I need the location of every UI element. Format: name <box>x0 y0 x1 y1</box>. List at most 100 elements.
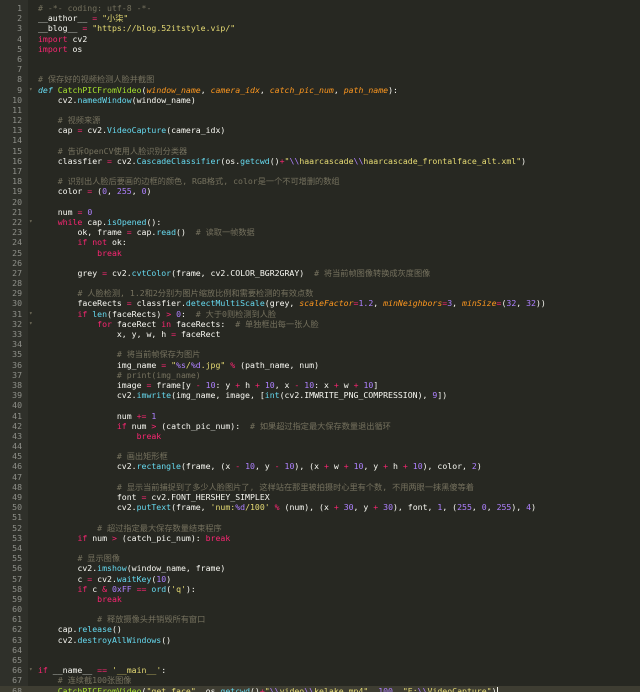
code-line[interactable]: 49 font = cv2.FONT_HERSHEY_SIMPLEX <box>0 492 640 502</box>
code-line[interactable]: 28 <box>0 278 640 288</box>
line-number: 50 <box>12 502 22 513</box>
code-line[interactable]: 39 cv2.imwrite(img_name, image, [int(cv2… <box>0 390 640 400</box>
code-token: faceRects <box>77 298 122 309</box>
code-line[interactable]: 48 # 显示当前捕捉到了多少人脸图片了, 这样站在那里被拍摄时心里有个数, 不… <box>0 482 640 492</box>
code-line[interactable]: 20 <box>0 197 640 207</box>
code-line[interactable]: 66 ▾ if __name__ == '__main__': <box>0 665 640 675</box>
code-line[interactable]: 47 <box>0 472 640 482</box>
code-line[interactable]: 59 break <box>0 594 640 604</box>
code-line[interactable]: 64 <box>0 645 640 655</box>
code-line[interactable]: 14 <box>0 135 640 145</box>
code-line[interactable]: 8 # 保存好的视频检测人脸并截图 <box>0 74 640 84</box>
code-line[interactable]: 68 CatchPICFromVideo("get face", os.getc… <box>0 685 640 692</box>
code-line[interactable]: 9 ▾ def CatchPICFromVideo(window_name, cam… <box>0 85 640 95</box>
code-editor[interactable]: 1 # -*- coding: utf-8 -*- 2 __author__ = "小… <box>0 0 640 692</box>
code-line[interactable]: 32 ▾ for faceRect in faceRects: # 单独框出每一张… <box>0 319 640 329</box>
code-line[interactable]: 38 image = frame[y - 10: y + h + 10, x -… <box>0 380 640 390</box>
code-line[interactable]: 36 img_name = "%s/%d.jpg" % (path_name, … <box>0 360 640 370</box>
code-token: == <box>131 583 152 594</box>
code-line[interactable]: 11 <box>0 105 640 115</box>
fold-arrow-icon[interactable]: ▾ <box>29 665 35 675</box>
code-token: : <box>161 665 167 676</box>
code-line[interactable]: 37 # print(img_name) <box>0 370 640 380</box>
code-line[interactable]: 16 classfier = cv2.CascadeClassifier(os.… <box>0 156 640 166</box>
code-line[interactable]: 56 cv2.imshow(window_name, frame) <box>0 563 640 573</box>
code-token: scaleFactor <box>299 298 354 309</box>
line-number: 58 <box>12 583 22 594</box>
code-line[interactable]: 61 # 释放摄像头并销毁所有窗口 <box>0 614 640 624</box>
code-line[interactable]: 30 faceRects = classfier.detectMultiScal… <box>0 298 640 308</box>
code-line[interactable]: 57 c = cv2.waitKey(10) <box>0 574 640 584</box>
code-line[interactable]: 54 <box>0 543 640 553</box>
code-line[interactable]: 42 if num > (catch_pic_num): # 如果超过指定最大保… <box>0 421 640 431</box>
code-line[interactable]: 40 <box>0 400 640 410</box>
code-line[interactable]: 44 <box>0 441 640 451</box>
code-line[interactable]: 60 <box>0 604 640 614</box>
code-line[interactable]: 33 x, y, w, h = faceRect <box>0 329 640 339</box>
code-token: not <box>92 237 108 248</box>
code-line[interactable]: 3 __blog__ = "https://blog.52itstyle.vip/… <box>0 23 640 33</box>
code-line[interactable]: 25 break <box>0 248 640 258</box>
code-token: () <box>269 155 280 166</box>
code-line[interactable]: 18 # 识别出人脸后要画的边框的颜色, RGB格式, color是一个不可增删… <box>0 176 640 186</box>
code-line[interactable]: 29 # 人脸检测, 1.2和2分别为图片缩放比例和需要检测的有效点数 <box>0 288 640 298</box>
code-line[interactable]: 43 break <box>0 431 640 441</box>
code-line[interactable]: 13 cap = cv2.VideoCapture(camera_idx) <box>0 125 640 135</box>
code-line[interactable]: 34 <box>0 339 640 349</box>
code-line[interactable]: 21 num = 0 <box>0 207 640 217</box>
code-token: (img_name, image, [ <box>171 390 265 401</box>
code-line[interactable]: 27 grey = cv2.cvtColor(frame, cv2.COLOR_… <box>0 268 640 278</box>
code-line[interactable]: 15 # 告诉OpenCV使用人脸识别分类器 <box>0 146 640 156</box>
fold-arrow-icon[interactable]: ▾ <box>29 309 35 319</box>
code-line[interactable]: 22 ▾ while cap.isOpened(): <box>0 217 640 227</box>
code-line[interactable]: 31 ▾ if len(faceRects) > 0: # 大于0则检测到人脸 <box>0 309 640 319</box>
code-line[interactable]: 4 import cv2 <box>0 34 640 44</box>
code-line[interactable]: 62 cap.release() <box>0 624 640 634</box>
line-number: 43 <box>12 430 22 441</box>
code-line[interactable]: 5 import os <box>0 44 640 54</box>
code-line[interactable]: 23 ok, frame = cap.read() # 读取一帧数据 <box>0 227 640 237</box>
code-line[interactable]: 17 <box>0 166 640 176</box>
code-line[interactable]: 58 if c & 0xFF == ord('q'): <box>0 584 640 594</box>
code-token: , y <box>353 502 374 513</box>
code-line[interactable]: 7 <box>0 64 640 74</box>
code-token: (camera_idx) <box>166 125 226 136</box>
code-line[interactable]: 41 num += 1 <box>0 411 640 421</box>
code-line[interactable]: 67 # 连续截100张图像 <box>0 675 640 685</box>
fold-arrow-icon[interactable]: ▾ <box>29 217 35 227</box>
code-line[interactable]: 50 cv2.putText(frame, 'num:%d/100' % (nu… <box>0 502 640 512</box>
code-line[interactable]: 65 <box>0 655 640 665</box>
code-line[interactable]: 55 # 显示图像 <box>0 553 640 563</box>
code-token: = <box>166 329 181 339</box>
code-text: font = cv2.FONT_HERSHEY_SIMPLEX <box>38 492 270 502</box>
code-token: import <box>38 43 68 54</box>
code-line[interactable]: 63 cv2.destroyAllWindows() <box>0 635 640 645</box>
code-line[interactable]: 2 __author__ = "小柒" <box>0 13 640 23</box>
fold-arrow-icon[interactable]: ▾ <box>29 319 35 329</box>
code-line[interactable]: 53 if num > (catch_pic_num): break <box>0 533 640 543</box>
code-line[interactable]: 10 cv2.namedWindow(window_name) <box>0 95 640 105</box>
code-line[interactable]: 46 cv2.rectangle(frame, (x - 10, y - 10)… <box>0 461 640 471</box>
code-line[interactable]: 35 # 将当前帧保存为图片 <box>0 349 640 359</box>
code-token: CatchPICFromVideo <box>57 685 142 692</box>
code-line[interactable]: 26 <box>0 258 640 268</box>
fold-arrow-icon[interactable]: ▾ <box>29 85 35 95</box>
code-line[interactable]: 6 <box>0 54 640 64</box>
code-area[interactable]: 1 # -*- coding: utf-8 -*- 2 __author__ = "小… <box>0 3 640 692</box>
line-number: 60 <box>12 604 22 615</box>
code-line[interactable]: 12 # 视频来源 <box>0 115 640 125</box>
code-line[interactable]: 52 # 超过指定最大保存数量结束程序 <box>0 523 640 533</box>
code-line[interactable]: 45 # 画出矩形框 <box>0 451 640 461</box>
code-line[interactable]: 51 <box>0 512 640 522</box>
code-token: \\ <box>417 685 428 692</box>
code-text: # 连续截100张图像 <box>38 675 132 685</box>
code-line[interactable]: 19 color = (0, 255, 0) <box>0 186 640 196</box>
code-line[interactable]: 1 # -*- coding: utf-8 -*- <box>0 3 640 13</box>
code-line[interactable]: 24 if not ok: <box>0 237 640 247</box>
